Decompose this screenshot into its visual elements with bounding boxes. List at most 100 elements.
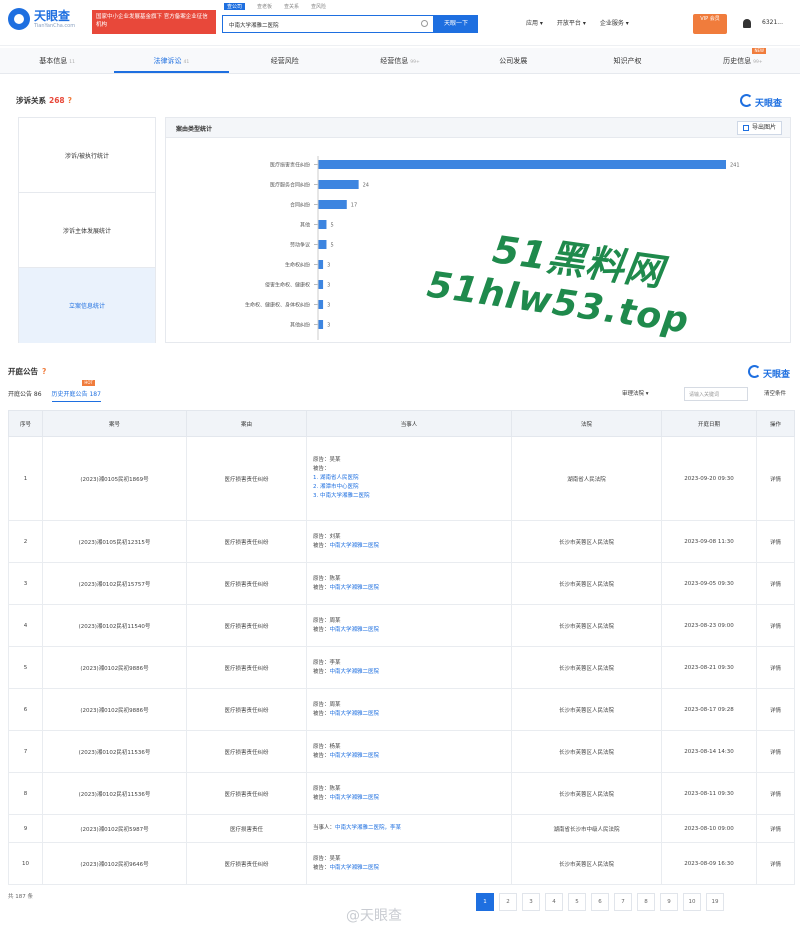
party-link[interactable]: 中南大学湘雅二医院 [330, 585, 380, 591]
detail-link[interactable]: 详情 [756, 814, 795, 843]
nav-enterprise-service[interactable]: 企业服务 ▾ [600, 18, 629, 27]
case-number-link[interactable]: (2023)湘0105民初1869号 [42, 436, 187, 521]
page-button[interactable]: 2 [499, 893, 517, 911]
bar-category-label: 其他纠纷 [290, 322, 310, 329]
nav-apps[interactable]: 应用 ▾ [526, 18, 543, 27]
bar[interactable] [318, 240, 327, 249]
tab-ip[interactable]: 知识产权 [571, 48, 685, 73]
party-link[interactable]: 2. 湘潭市中心医院 [313, 483, 508, 492]
case-number-link[interactable]: (2023)湘0102民初9886号 [42, 646, 187, 689]
side-item-litigation-stats[interactable]: 涉诉/被执行统计 [19, 118, 155, 193]
court-notice-table: 序号 案号 案由 当事人 法院 开庭日期 操作 1 (2023)湘0105民初1… [8, 410, 795, 885]
detail-link[interactable]: 详情 [756, 604, 795, 647]
page-button[interactable]: 1 [476, 893, 494, 911]
party-link[interactable]: 中南大学湘雅二医院，李某 [335, 825, 401, 831]
table-row: 3 (2023)湘0102民初15757号 医疗损害责任纠纷 原告：陈某 被告：… [8, 562, 795, 605]
clear-filter-button[interactable]: 清空条件 [764, 389, 786, 397]
tab-legal[interactable]: 法律诉讼 41 [114, 48, 229, 73]
tab-business-risk[interactable]: 经营风险 [229, 48, 343, 73]
bar[interactable] [318, 160, 726, 169]
party-link[interactable]: 中南大学湘雅二医院 [330, 865, 380, 871]
bar[interactable] [318, 320, 324, 329]
detail-link[interactable]: 详情 [756, 730, 795, 773]
brand-mark: 天眼查 [740, 94, 782, 109]
tab-current-notices[interactable]: 开庭公告 86 [8, 389, 42, 402]
case-number-link[interactable]: (2023)湘0102民初11536号 [42, 772, 187, 815]
case-number-link[interactable]: (2023)湘0102民初5987号 [42, 814, 187, 843]
help-icon[interactable]: ? [68, 96, 72, 105]
col-case-no: 案号 [42, 410, 187, 437]
page-button[interactable]: 7 [614, 893, 632, 911]
nav-open-platform[interactable]: 开放平台 ▾ [557, 18, 586, 27]
bar-value-label: 3 [327, 323, 330, 329]
detail-link[interactable]: 详情 [756, 646, 795, 689]
detail-link[interactable]: 详情 [756, 842, 795, 885]
search-tab-risk[interactable]: 查风险 [311, 3, 326, 10]
bar-category-label: 医疗损害责任纠纷 [270, 162, 310, 169]
detail-link[interactable]: 详情 [756, 772, 795, 815]
vip-button[interactable]: VIP 会员 [693, 14, 727, 34]
col-cause: 案由 [186, 410, 307, 437]
court-filter-select[interactable]: 审理法院 ▾ [622, 389, 649, 397]
brand-mark: 天眼查 [748, 365, 790, 380]
party-link[interactable]: 中南大学湘雅二医院 [330, 543, 380, 549]
party-link[interactable]: 中南大学湘雅二医院 [330, 753, 380, 759]
case-number-link[interactable]: (2023)湘0105民初12315号 [42, 520, 187, 563]
detail-link[interactable]: 详情 [756, 562, 795, 605]
tab-history-notices[interactable]: 历史开庭公告 187 HOT [51, 380, 101, 402]
party-link[interactable]: 1. 湖南省人民医院 [313, 474, 508, 483]
case-number-link[interactable]: (2023)湘0102民初15757号 [42, 562, 187, 605]
bell-icon[interactable] [743, 19, 751, 28]
parties-cell: 原告：吴某 被告： 1. 湖南省人民医院 2. 湘潭市中心医院 3. 中南大学湘… [306, 436, 512, 521]
bar[interactable] [318, 180, 359, 189]
page-button[interactable]: 3 [522, 893, 540, 911]
party-link[interactable]: 中南大学湘雅二医院 [330, 711, 380, 717]
tab-history[interactable]: 历史信息 99+ NEW [686, 48, 800, 73]
search-input[interactable]: 中南大学湘雅二医院 [222, 15, 434, 33]
keyword-search-input[interactable]: 请输入关键词 [684, 387, 748, 401]
search-tab-company[interactable]: 查公司 [224, 3, 246, 10]
page-button[interactable]: 4 [545, 893, 563, 911]
case-number-link[interactable]: (2023)湘0102民初11536号 [42, 730, 187, 773]
bar-category-label: 其他 [300, 222, 310, 229]
search-icon[interactable] [421, 20, 428, 27]
case-number-link[interactable]: (2023)湘0102民初9886号 [42, 688, 187, 731]
page-button[interactable]: 9 [660, 893, 678, 911]
tab-business-info[interactable]: 经营信息 99+ [343, 48, 457, 73]
page-button[interactable]: 10 [683, 893, 701, 911]
bar[interactable] [318, 280, 324, 289]
search-button[interactable]: 天眼一下 [434, 15, 478, 33]
page-button[interactable]: 5 [568, 893, 586, 911]
page-button[interactable]: 19 [706, 893, 724, 911]
party-link[interactable]: 中南大学湘雅二医院 [330, 669, 380, 675]
court-sub-tabs: 开庭公告 86 历史开庭公告 187 HOT [8, 380, 101, 402]
party-link[interactable]: 3. 中南大学湘雅二医院 [313, 492, 508, 501]
search-tab-relation[interactable]: 查关系 [284, 3, 299, 10]
case-number-link[interactable]: (2023)湘0102民初9646号 [42, 842, 187, 885]
detail-link[interactable]: 详情 [756, 520, 795, 563]
chart-title: 案由类型统计 [176, 126, 213, 133]
search-tab-boss[interactable]: 查老板 [257, 3, 272, 10]
detail-link[interactable]: 详情 [756, 688, 795, 731]
side-item-filing-stats[interactable]: 立案信息统计 [19, 268, 155, 343]
table-header: 序号 案号 案由 当事人 法院 开庭日期 操作 [8, 410, 795, 437]
export-image-button[interactable]: 导出图片 [736, 121, 782, 135]
bar[interactable] [318, 260, 324, 269]
user-menu[interactable]: 6321... [762, 19, 783, 26]
page-button[interactable]: 6 [591, 893, 609, 911]
side-item-party-stats[interactable]: 涉诉主体发展统计 [19, 193, 155, 268]
tab-basic-info[interactable]: 基本信息 11 [0, 48, 114, 73]
tab-development[interactable]: 公司发展 [457, 48, 571, 73]
party-link[interactable]: 中南大学湘雅二医院 [330, 795, 380, 801]
detail-link[interactable]: 详情 [756, 436, 795, 521]
case-number-link[interactable]: (2023)湘0102民初11540号 [42, 604, 187, 647]
bar-category-label: 劳动争议 [290, 242, 310, 249]
help-icon[interactable]: ? [42, 367, 46, 376]
party-link[interactable]: 中南大学湘雅二医院 [330, 627, 380, 633]
bar[interactable] [318, 200, 347, 209]
page-button[interactable]: 8 [637, 893, 655, 911]
total-count: 共 187 条 [8, 894, 33, 900]
site-logo[interactable]: 天眼查 TianYanCha.com [8, 8, 75, 30]
bar[interactable] [318, 220, 327, 229]
bar[interactable] [318, 300, 324, 309]
